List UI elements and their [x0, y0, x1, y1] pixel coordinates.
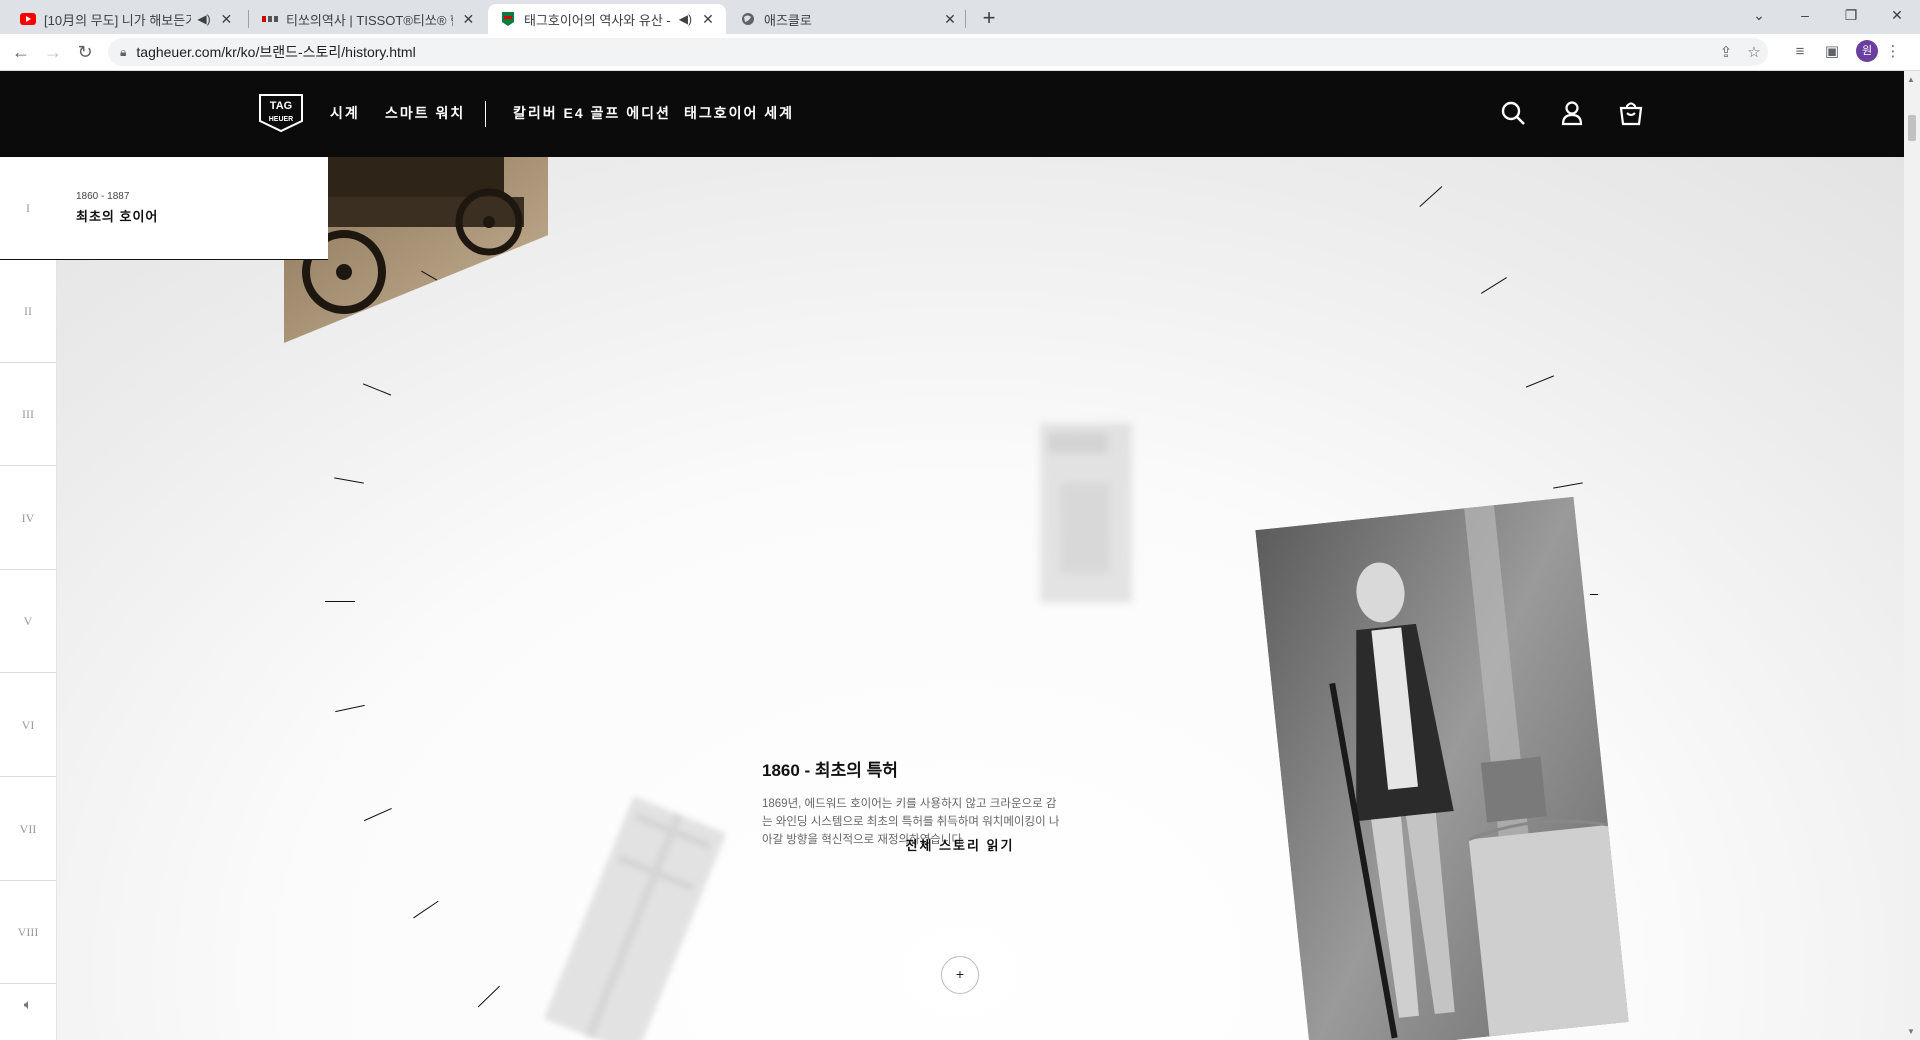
story-heading: 1860 - 최초의 특허 [762, 761, 898, 780]
browser-tab-tagheuer[interactable]: 태그호이어의 역사와 유산 - ◀︎) ✕ [488, 4, 726, 34]
tab-search-icon[interactable]: ⌄ [1736, 0, 1782, 30]
tab-title: 태그호이어의 역사와 유산 - [524, 12, 671, 28]
scrollbar-thumb[interactable] [1908, 115, 1916, 141]
tissot-icon [262, 11, 278, 27]
address-bar[interactable]: 🔒︎ tagheuer.com/kr/ko/브랜드-스토리/history.ht… [108, 38, 1768, 66]
bookmark-star-icon[interactable]: ☆ [1740, 43, 1768, 61]
browser-tab-azclo[interactable]: 애즈클로 ✕ [728, 4, 968, 34]
shopping-bag-icon[interactable] [1617, 99, 1645, 127]
menu-kebab-icon[interactable]: ⋮ [1882, 41, 1904, 63]
chapter-years: 1860 - 1887 [76, 191, 130, 202]
back-icon[interactable]: ← [9, 40, 33, 64]
speaker-icon[interactable]: ◀︎) [197, 12, 210, 26]
site-header: TAG HEUER 시계 스마트 워치 칼리버 E4 골프 에디션 태그호이어 … [0, 71, 1904, 157]
tab-title: 티쏘의역사 | TISSOT®티쏘® 한 [286, 12, 453, 28]
share-icon[interactable]: ⇪ [1712, 43, 1740, 61]
chapter-iv[interactable]: IV [0, 467, 56, 570]
youtube-icon [20, 11, 36, 27]
url-text: tagheuer.com/kr/ko/브랜드-스토리/history.html [136, 44, 416, 60]
profile-avatar[interactable]: 원 [1856, 40, 1878, 62]
forward-icon[interactable]: → [41, 40, 65, 64]
browser-tab-strip: [10月의 무도] 니가 해보든가 ◀︎) ✕ 티쏘의역사 | TISSOT®티… [0, 0, 1920, 34]
blurred-photo-image [1040, 423, 1132, 603]
nav-divider [485, 101, 486, 127]
sound-toggle-icon[interactable]: 🔈︎ [0, 968, 56, 1040]
window-close-icon[interactable]: ✕ [1874, 0, 1920, 30]
speaker-icon[interactable]: ◀︎) [679, 12, 692, 26]
edouard-heuer-portrait-photo [1255, 496, 1629, 1040]
blurred-watch-image [543, 796, 727, 1040]
svg-text:HEUER: HEUER [269, 116, 294, 123]
chapter-info: 1860 - 1887 최초의 호이어 [76, 191, 158, 225]
browser-toolbar: ← → ↻ 🔒︎ tagheuer.com/kr/ko/브랜드-스토리/hist… [0, 34, 1920, 71]
expand-story-button[interactable]: + [941, 956, 979, 994]
nav-watches[interactable]: 시계 [330, 103, 360, 123]
globe-icon [740, 11, 756, 27]
chapter-i-active[interactable]: I 1860 - 1887 최초의 호이어 [0, 157, 328, 260]
tagheuer-icon [500, 11, 516, 27]
chapter-v[interactable]: V [0, 570, 56, 673]
chapter-sidebar: II III IV V VI VII VIII [0, 157, 57, 1040]
browser-tab-tissot[interactable]: 티쏘의역사 | TISSOT®티쏘® 한 ✕ [250, 4, 486, 34]
chapter-vii[interactable]: VII [0, 778, 56, 881]
close-tab-icon[interactable]: ✕ [461, 11, 476, 28]
browser-tab-youtube[interactable]: [10月의 무도] 니가 해보든가 ◀︎) ✕ [8, 4, 244, 34]
reload-icon[interactable]: ↻ [73, 40, 97, 64]
chapter-ii[interactable]: II [0, 260, 56, 363]
close-tab-icon[interactable]: ✕ [219, 11, 234, 28]
chapter-vi[interactable]: VI [0, 674, 56, 777]
history-page: TAG HEUER 시계 스마트 워치 칼리버 E4 골프 에디션 태그호이어 … [0, 71, 1904, 1040]
svg-text:TAG: TAG [270, 100, 292, 112]
side-panel-icon[interactable]: ▣ [1821, 41, 1843, 63]
close-tab-icon[interactable]: ✕ [942, 11, 958, 28]
tag-heuer-logo[interactable]: TAG HEUER [258, 93, 304, 133]
page-scrollbar[interactable]: ▲ ▼ [1904, 71, 1920, 1040]
tab-title: 애즈클로 [764, 12, 812, 28]
chapter-title: 최초의 호이어 [76, 209, 159, 224]
new-tab-button[interactable]: + [976, 6, 1002, 32]
close-tab-icon[interactable]: ✕ [700, 11, 716, 28]
chapter-numeral: I [26, 200, 30, 215]
nav-calibre-e4-golf[interactable]: 칼리버 E4 골프 에디션 [513, 103, 671, 123]
nav-tag-heuer-world[interactable]: 태그호이어 세계 [684, 103, 794, 123]
tab-title: [10月의 무도] 니가 해보든가 [44, 12, 192, 28]
nav-smartwatch[interactable]: 스마트 워치 [385, 103, 465, 123]
chapter-iii[interactable]: III [0, 363, 56, 466]
media-control-icon[interactable]: ≡ [1789, 41, 1811, 63]
account-icon[interactable] [1558, 99, 1586, 127]
lock-icon: 🔒︎ [120, 44, 127, 59]
read-full-story-link[interactable]: 전체 스토리 읽기 [890, 835, 1030, 854]
search-icon[interactable] [1499, 99, 1527, 127]
minimize-icon[interactable]: – [1782, 0, 1828, 30]
restore-icon[interactable]: ❐ [1828, 0, 1874, 30]
